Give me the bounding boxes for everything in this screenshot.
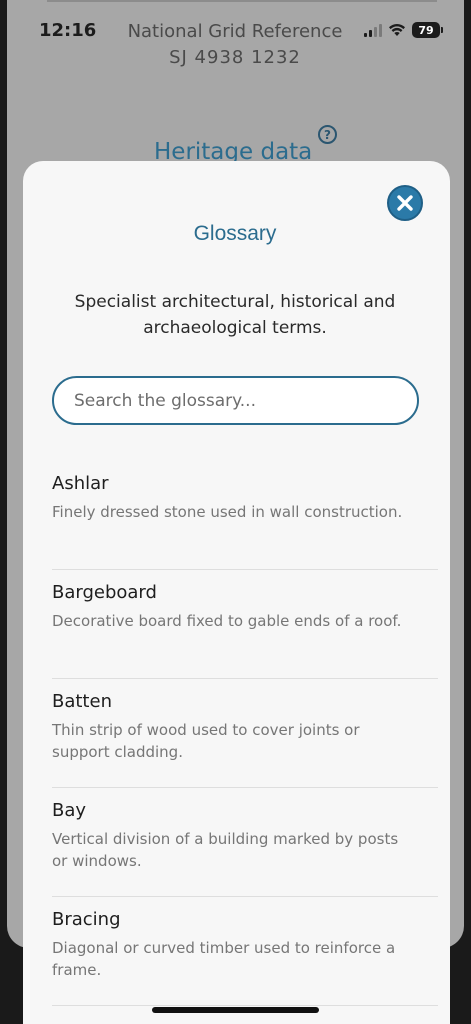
term-definition: Decorative board fixed to gable ends of … [52, 612, 402, 630]
glossary-term[interactable]: Bargeboard Decorative board fixed to gab… [52, 570, 438, 679]
grid-ref-value: SJ 4938 1232 [169, 47, 301, 68]
grid-reference: National Grid Reference SJ 4938 1232 [118, 19, 352, 71]
glossary-term[interactable]: Bay Vertical division of a building mark… [52, 788, 438, 897]
term-definition: Vertical division of a building marked b… [52, 830, 399, 870]
wifi-icon [389, 23, 405, 36]
status-time: 12:16 [39, 20, 97, 41]
glossary-search-input[interactable] [52, 376, 419, 425]
term-definition: Finely dressed stone used in wall constr… [52, 503, 403, 521]
grid-ref-label: National Grid Reference [127, 21, 343, 42]
status-icons: 79 [364, 21, 443, 39]
term-name: Batten [52, 691, 112, 712]
glossary-term[interactable]: Ashlar Finely dressed stone used in wall… [52, 461, 438, 570]
term-name: Bay [52, 800, 87, 821]
cellular-signal-icon [364, 23, 382, 37]
close-button[interactable] [387, 185, 423, 221]
glossary-term[interactable]: Batten Thin strip of wood used to cover … [52, 679, 438, 788]
top-divider [47, 0, 437, 2]
question-circle-icon[interactable]: ? [318, 125, 337, 144]
glossary-term[interactable]: Bracing Diagonal or curved timber used t… [52, 897, 438, 1006]
term-name: Bracing [52, 909, 121, 930]
term-definition: Diagonal or curved timber used to reinfo… [52, 939, 396, 979]
term-name: Bargeboard [52, 582, 157, 603]
term-name: Ashlar [52, 473, 109, 494]
glossary-modal: Glossary Specialist architectural, histo… [23, 161, 450, 1024]
close-icon [397, 195, 413, 211]
glossary-title: Glossary [193, 222, 277, 245]
glossary-description: Specialist architectural, historical and… [74, 292, 396, 338]
home-indicator [152, 1007, 319, 1013]
term-definition: Thin strip of wood used to cover joints … [52, 721, 360, 761]
glossary-term-list: Ashlar Finely dressed stone used in wall… [52, 461, 438, 1006]
battery-icon: 79 [412, 22, 443, 38]
